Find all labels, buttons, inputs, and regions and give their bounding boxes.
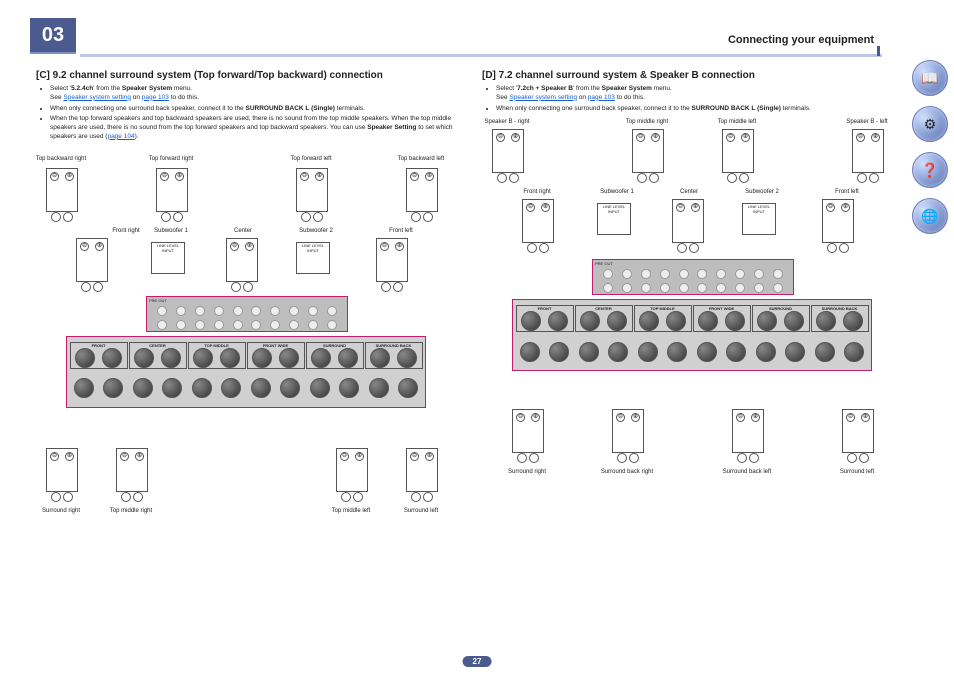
label-fl-c: Front left [366,228,436,234]
nav-network-icon[interactable]: 🌐 [912,198,948,234]
speaker-front-right-d: ⊖⊕ [522,199,554,243]
bullet-c1: Select '5.2.4ch' from the Speaker System… [50,85,456,103]
section-c-title: [C] 9.2 channel surround system (Top for… [36,70,456,81]
link-page-104[interactable]: page 104 [107,133,134,140]
sidebar-nav: 📖 ⚙ ❓ 🌐 [912,60,948,234]
binding-panel-c: FRONT CENTER TOP MIDDLE FRONT WIDE SURRO… [66,336,426,408]
link-speaker-system-setting[interactable]: Speaker system setting [63,94,131,101]
label-tmr-d: Top middle right [612,119,682,125]
page-number: 27 [463,656,492,667]
label-fl-d: Front left [812,189,882,195]
header-section-title: Connecting your equipment [724,34,878,46]
label-tml-c: Top middle left [316,508,386,514]
speaker-top-backward-left: ⊖⊕ [406,168,438,212]
label-sr-c: Surround right [26,508,96,514]
label-ctr-c: Center [208,228,278,234]
speaker-front-left-c: ⊖⊕ [376,238,408,282]
speaker-front-left-d: ⊖⊕ [822,199,854,243]
label-tbw-l: Top backward left [386,156,456,162]
label-tml-d: Top middle left [702,119,772,125]
speaker-surround-right-d: ⊖⊕ [512,409,544,453]
column-d: [D] 7.2 channel surround system & Speake… [482,70,902,499]
link-page-103-d[interactable]: page 103 [588,94,615,101]
section-d-bullets: Select '7.2ch + Speaker B' from the Spea… [496,85,902,113]
group-front-d: FRONT [516,305,574,332]
speaker-top-middle-right-d: ⊖⊕ [632,129,664,173]
subwoofer-1-d: LINE LEVEL INPUT [597,203,631,235]
diagram-d: ⊖⊕ Speaker B - right ⊖⊕ Top middle right… [482,119,902,499]
column-c: [C] 9.2 channel surround system (Top for… [36,70,456,528]
link-speaker-system-setting-d[interactable]: Speaker system setting [509,94,577,101]
group-front-wide-d: FRONT WIDE [693,305,751,332]
label-sr-d: Surround right [492,469,562,475]
label-tbw-r: Top backward right [26,156,96,162]
binding-panel-d: FRONT CENTER TOP MIDDLE FRONT WIDE SURRO… [512,299,872,371]
chapter-number-box: 03 [30,18,76,54]
speaker-surround-left-c: ⊖⊕ [406,448,438,492]
preout-panel-d: PRE OUT [592,259,794,295]
bullet-c3: When the top forward speakers and top ba… [50,115,456,141]
group-surround-back-d: SURROUND BACK [811,305,869,332]
speaker-front-right: ⊖⊕ [76,238,108,282]
group-center: CENTER [129,342,187,369]
label-tfw-r: Top forward right [136,156,206,162]
speaker-b-right: ⊖⊕ [492,129,524,173]
speaker-top-forward-left: ⊖⊕ [296,168,328,212]
group-surround-back: SURROUND BACK [365,342,423,369]
group-top-middle-d: TOP MIDDLE [634,305,692,332]
label-tfw-l: Top forward left [276,156,346,162]
speaker-top-middle-right-c: ⊖⊕ [116,448,148,492]
speaker-surround-back-left-d: ⊖⊕ [732,409,764,453]
speaker-surround-left-d: ⊖⊕ [842,409,874,453]
label-sw2-d: Subwoofer 2 [727,189,797,195]
bullet-d2: When only connecting one surround back s… [496,105,902,114]
nav-manual-icon[interactable]: 📖 [912,60,948,96]
group-surround-d: SURROUND [752,305,810,332]
header-tick [877,46,880,56]
label-sbr2-d: Surround back right [592,469,662,475]
speaker-surround-right-c: ⊖⊕ [46,448,78,492]
group-surround: SURROUND [306,342,364,369]
label-sw1-c: Subwoofer 1 [136,228,206,234]
label-sw2-c: Subwoofer 2 [281,228,351,234]
group-top-middle: TOP MIDDLE [188,342,246,369]
label-sw1-d: Subwoofer 1 [582,189,652,195]
group-center-d: CENTER [575,305,633,332]
nav-setup-icon[interactable]: ⚙ [912,106,948,142]
link-page-103[interactable]: page 103 [142,94,169,101]
preout-panel-c: PRE OUT [146,296,348,332]
header-rule [80,48,882,57]
speaker-top-middle-left-d: ⊖⊕ [722,129,754,173]
group-front-wide: FRONT WIDE [247,342,305,369]
speaker-top-middle-left-c: ⊖⊕ [336,448,368,492]
bullet-c2: When only connecting one surround back s… [50,105,456,114]
diagram-c: ⊖⊕ Top backward right ⊖⊕ Top forward rig… [36,148,456,528]
label-ctr-d: Center [654,189,724,195]
nav-help-icon[interactable]: ❓ [912,152,948,188]
speaker-b-left: ⊖⊕ [852,129,884,173]
label-sbl-d: Speaker B - left [832,119,902,125]
speaker-center-c: ⊖⊕ [226,238,258,282]
speaker-center-d: ⊖⊕ [672,199,704,243]
group-front: FRONT [70,342,128,369]
section-d-title: [D] 7.2 channel surround system & Speake… [482,70,902,81]
label-sbr-d: Speaker B - right [472,119,542,125]
section-c-bullets: Select '5.2.4ch' from the Speaker System… [50,85,456,142]
label-tmr-c: Top middle right [96,508,166,514]
label-sl-c: Surround left [386,508,456,514]
speaker-surround-back-right-d: ⊖⊕ [612,409,644,453]
subwoofer-2-d: LINE LEVEL INPUT [742,203,776,235]
label-sbl2-d: Surround back left [712,469,782,475]
speaker-top-backward-right: ⊖⊕ [46,168,78,212]
speaker-top-forward-right: ⊖⊕ [156,168,188,212]
label-sl-d: Surround left [822,469,892,475]
subwoofer-1-c: LINE LEVEL INPUT [151,242,185,274]
label-fr-d: Front right [502,189,572,195]
subwoofer-2-c: LINE LEVEL INPUT [296,242,330,274]
bullet-d1: Select '7.2ch + Speaker B' from the Spea… [496,85,902,103]
